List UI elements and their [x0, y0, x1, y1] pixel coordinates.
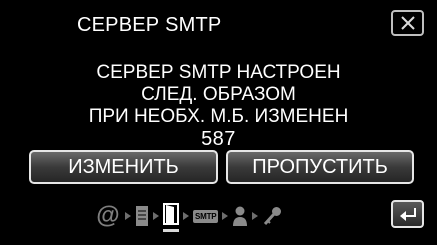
close-button[interactable]	[391, 10, 424, 36]
step-arrow-icon	[183, 212, 189, 220]
smtp-icon: SMTP	[193, 202, 219, 230]
step-arrow-icon	[153, 212, 159, 220]
smtp-badge: SMTP	[193, 209, 219, 223]
back-button[interactable]	[391, 200, 424, 228]
user-icon	[232, 202, 248, 230]
message-line-3: ПРИ НЕОБХ. М.Б. ИЗМЕНЕН	[88, 106, 349, 127]
message-line-1: СЕРВЕР SMTP НАСТРОЕН	[96, 62, 341, 83]
info-message: СЕРВЕР SMTP НАСТРОЕН СЛЕД. ОБРАЗОМ ПРИ Н…	[0, 62, 437, 150]
door-icon	[163, 200, 179, 232]
message-line-2: СЛЕД. ОБРАЗОМ	[141, 84, 296, 105]
key-icon	[262, 202, 282, 230]
close-icon	[400, 16, 415, 30]
step-arrow-icon	[222, 212, 229, 220]
step-arrow-icon	[252, 212, 259, 220]
at-sign-icon: @	[96, 202, 120, 229]
setup-steps: @ SMTP	[95, 200, 282, 232]
server-icon	[135, 202, 149, 230]
step-arrow-icon	[125, 212, 131, 220]
page-title: СЕРВЕР SMTP	[77, 14, 222, 36]
skip-button[interactable]: ПРОПУСТИТЬ	[226, 150, 414, 184]
change-button[interactable]: ИЗМЕНИТЬ	[29, 150, 218, 184]
port-value: 587	[201, 128, 236, 150]
return-icon	[399, 208, 416, 221]
